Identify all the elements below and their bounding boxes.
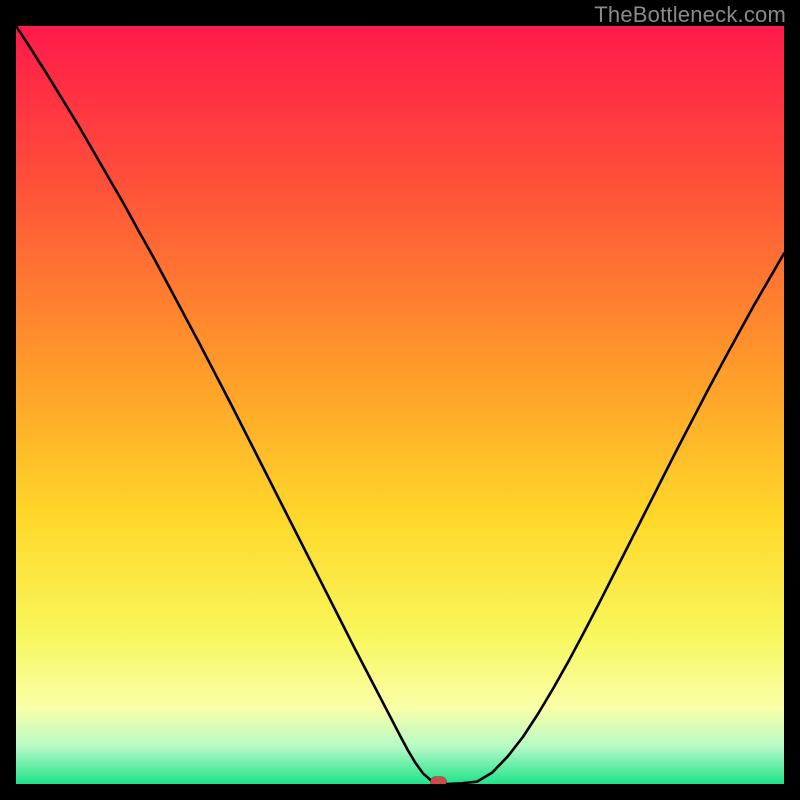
chart-frame: TheBottleneck.com [0, 0, 800, 800]
plot-svg [16, 26, 784, 784]
plot-area [16, 26, 784, 784]
valley-marker [430, 777, 446, 784]
watermark-text: TheBottleneck.com [594, 2, 786, 28]
gradient-background [16, 26, 784, 784]
